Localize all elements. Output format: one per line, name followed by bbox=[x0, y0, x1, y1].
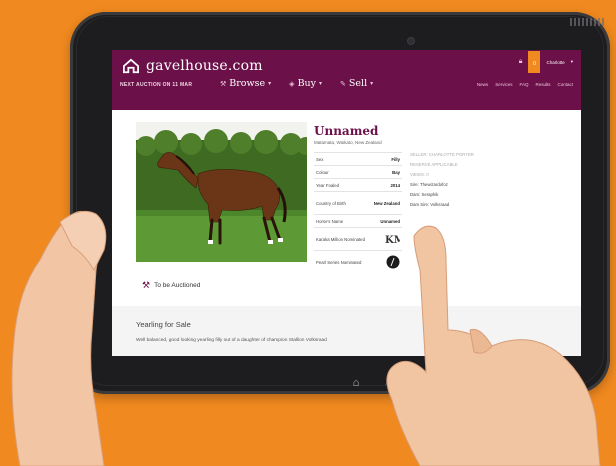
menu-buy-label: Buy bbox=[297, 78, 317, 89]
detail-value: Bay bbox=[392, 169, 400, 175]
menu-browse-label: Browse bbox=[229, 78, 266, 89]
secondary-links: News Services FAQ Results Contact bbox=[477, 82, 573, 87]
site-logo[interactable]: gavelhouse.com bbox=[122, 58, 263, 74]
user-area: 🔒︎ 0 Charlotte ▾ bbox=[519, 50, 573, 74]
detail-row: Horse's Name Unnamed bbox=[314, 214, 402, 227]
bookmark-count: 0 bbox=[533, 61, 536, 67]
chevron-down-icon: ▾ bbox=[268, 80, 272, 87]
site-header: gavelhouse.com NEXT AUCTION ON 11 MAR ⚒ … bbox=[112, 50, 581, 110]
listing-title: Unnamed bbox=[314, 124, 379, 138]
link-results[interactable]: Results bbox=[535, 82, 550, 87]
gavel-icon: ⚒ bbox=[220, 79, 227, 88]
search-nav-icon[interactable]: ⌕ bbox=[385, 375, 391, 389]
svg-text:KM: KM bbox=[385, 235, 400, 246]
tablet-screen: gavelhouse.com NEXT AUCTION ON 11 MAR ⚒ … bbox=[112, 50, 581, 356]
detail-value: Filly bbox=[391, 156, 400, 162]
detail-label: Colour bbox=[316, 169, 329, 175]
listing-content: Unnamed Matamata, Waikato, New Zealand S… bbox=[112, 110, 581, 356]
pearl-series-logo bbox=[386, 255, 400, 269]
detail-label: Karaka Million Nominated bbox=[316, 236, 365, 242]
auction-status-label: To be Auctioned bbox=[154, 282, 201, 289]
listing-description: Well balanced, good looking yearling fil… bbox=[136, 338, 327, 343]
main-menu: ⚒ Browse ▾ ◈ Buy ▾ ✎ Sell ▾ bbox=[220, 78, 373, 89]
detail-row: Karaka Million Nominated KM bbox=[314, 227, 402, 250]
home-nav-icon[interactable]: ⌂ bbox=[353, 376, 360, 389]
auction-status: ⚒ To be Auctioned bbox=[142, 280, 200, 291]
speaker-grille bbox=[570, 18, 604, 26]
pedigree-info: SELLER: CHARLOTTE PORTER RESERVE APPLICA… bbox=[410, 152, 490, 212]
horse-photo[interactable] bbox=[136, 122, 307, 262]
menu-buy[interactable]: ◈ Buy ▾ bbox=[289, 78, 322, 89]
reserve-info: RESERVE APPLICABLE bbox=[410, 162, 458, 167]
detail-label: Year Foaled bbox=[316, 182, 340, 188]
watchlist-bookmark[interactable]: 0 bbox=[528, 51, 541, 73]
detail-row: Pearl Series Nominated bbox=[314, 250, 402, 273]
camera-icon bbox=[408, 38, 414, 44]
section-title: Yearling for Sale bbox=[136, 320, 191, 329]
gavel-icon: ⚒ bbox=[142, 280, 151, 290]
horse-image bbox=[136, 122, 307, 262]
sire-info: Sire: Thewizardofoz bbox=[410, 182, 448, 187]
house-logo-icon bbox=[123, 58, 139, 74]
seller-info: SELLER: CHARLOTTE PORTER bbox=[410, 152, 474, 157]
back-nav-icon[interactable]: ↶ bbox=[468, 376, 477, 389]
menu-sell[interactable]: ✎ Sell ▾ bbox=[340, 78, 373, 89]
detail-value: New Zealand bbox=[373, 200, 400, 206]
next-auction-text: NEXT AUCTION ON 11 MAR bbox=[120, 82, 193, 88]
detail-row: Colour Bay bbox=[314, 165, 402, 178]
menu-sell-label: Sell bbox=[348, 78, 368, 89]
detail-value: 2014 bbox=[390, 182, 400, 188]
detail-label: Horse's Name bbox=[316, 218, 344, 224]
tag-icon: ◈ bbox=[289, 79, 295, 88]
detail-label: Country of Birth bbox=[316, 200, 346, 206]
logo-text: gavelhouse.com bbox=[146, 58, 263, 74]
link-services[interactable]: Services bbox=[495, 82, 512, 87]
link-contact[interactable]: Contact bbox=[557, 82, 573, 87]
views-info: VIEWS: 0 bbox=[410, 172, 429, 177]
link-faq[interactable]: FAQ bbox=[519, 82, 528, 87]
chevron-down-icon[interactable]: ▾ bbox=[571, 59, 573, 65]
chevron-down-icon: ▾ bbox=[370, 80, 374, 87]
detail-row: Sex Filly bbox=[314, 152, 402, 165]
listing-location: Matamata, Waikato, New Zealand bbox=[314, 140, 382, 145]
detail-label: Sex bbox=[316, 156, 324, 162]
menu-browse[interactable]: ⚒ Browse ▾ bbox=[220, 78, 271, 89]
dam-sire-info: Dam Sire: Volksraad bbox=[410, 202, 450, 207]
chevron-down-icon: ▾ bbox=[319, 80, 323, 87]
home-button[interactable] bbox=[416, 373, 443, 391]
link-news[interactable]: News bbox=[477, 82, 488, 87]
pencil-icon: ✎ bbox=[340, 79, 346, 88]
description-section: Yearling for Sale Well balanced, good lo… bbox=[112, 306, 581, 356]
tablet-nav-bar: ⌂ ⌕ ↶ bbox=[340, 372, 490, 392]
detail-value: Unnamed bbox=[380, 218, 400, 224]
karaka-million-logo: KM bbox=[385, 235, 400, 246]
detail-row: Year Foaled 2014 bbox=[314, 178, 402, 191]
detail-label: Pearl Series Nominated bbox=[316, 259, 362, 265]
user-menu[interactable]: Charlotte bbox=[546, 60, 564, 65]
dam-info: Dam: Seraphik bbox=[410, 192, 439, 197]
details-table: Sex Filly Colour Bay Year Foaled 2014 Co… bbox=[314, 152, 402, 273]
lock-icon[interactable]: 🔒︎ bbox=[519, 58, 523, 66]
detail-row: Country of Birth New Zealand bbox=[314, 191, 402, 214]
